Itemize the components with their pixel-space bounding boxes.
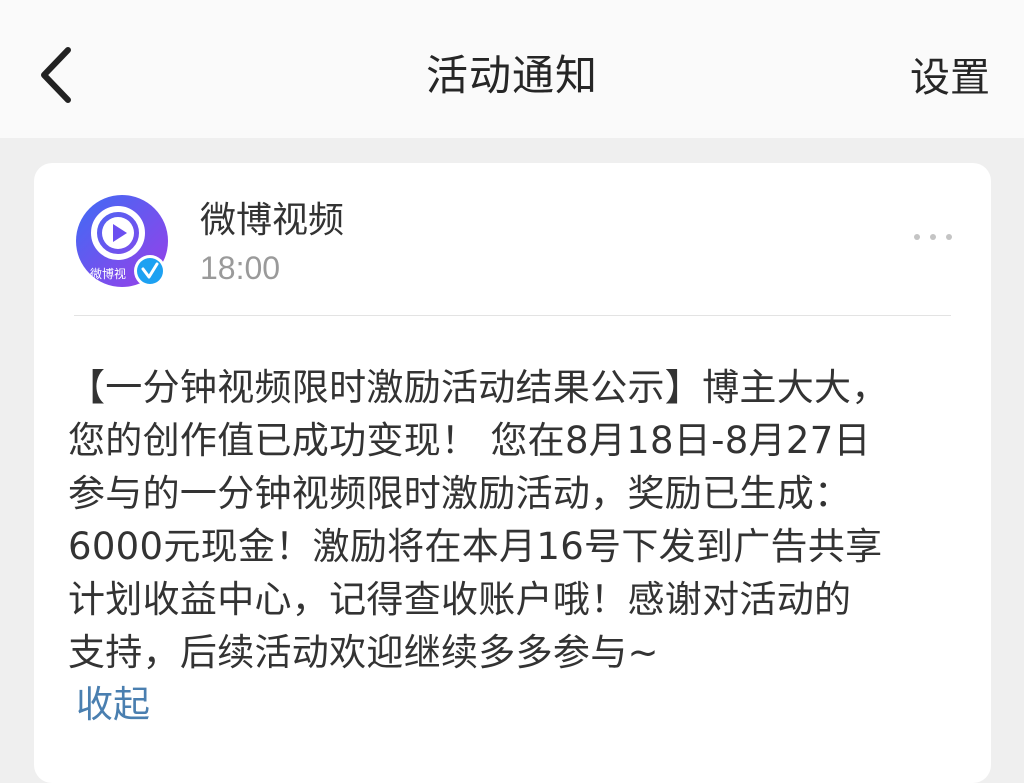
- page-title: 活动通知: [425, 51, 598, 100]
- sender-name[interactable]: 微博视频: [200, 197, 344, 245]
- notification-card: 微博视 微博视频 18:00 【一分钟视频限时激励活动结果公示】博主大大， 您的…: [34, 163, 991, 783]
- settings-button[interactable]: 设置: [910, 50, 990, 106]
- more-options-button[interactable]: [911, 227, 955, 247]
- verified-badge-icon: [134, 255, 166, 287]
- more-dots-icon: [914, 234, 952, 240]
- top-navigation-bar: 活动通知 设置: [0, 0, 1024, 138]
- message-body: 【一分钟视频限时激励活动结果公示】博主大大， 您的创作值已成功变现！ 您在8月1…: [68, 366, 889, 674]
- collapse-link[interactable]: 收起: [76, 680, 150, 730]
- message-time: 18:00: [200, 250, 281, 286]
- divider: [74, 315, 951, 316]
- avatar-label: 微博视: [90, 266, 126, 281]
- avatar[interactable]: 微博视: [74, 193, 170, 289]
